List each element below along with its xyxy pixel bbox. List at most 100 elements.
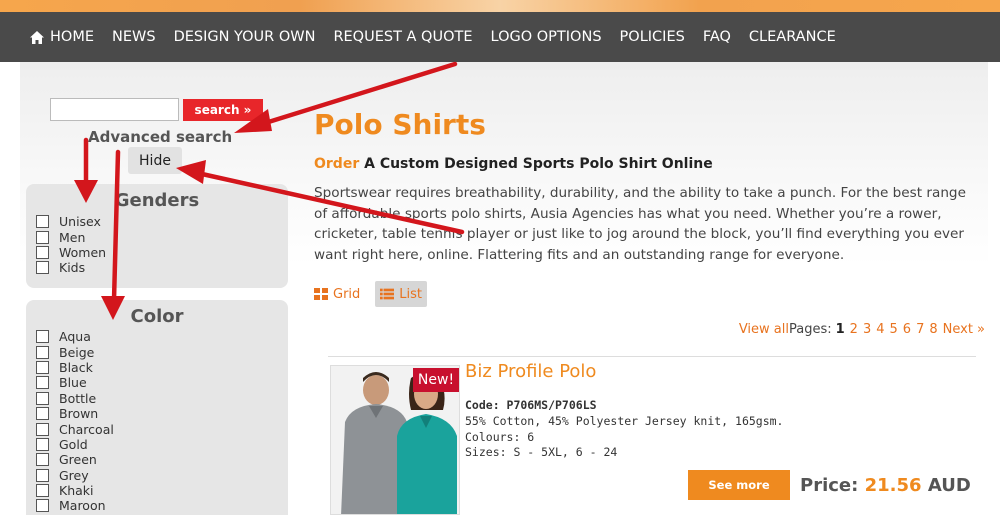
color-option[interactable]: Bottle — [36, 391, 288, 406]
nav-logo-options[interactable]: LOGO OPTIONS — [491, 29, 602, 45]
color-checkbox[interactable] — [36, 499, 49, 513]
product-name-link[interactable]: Biz Profile Polo — [465, 361, 596, 382]
nav-policies[interactable]: POLICIES — [620, 29, 685, 45]
nav-news[interactable]: NEWS — [112, 29, 156, 45]
nav-logo-options-label: LOGO OPTIONS — [490, 29, 602, 45]
nav-design-your-own[interactable]: DESIGN YOUR OWN — [174, 29, 316, 45]
gender-option[interactable]: Men — [36, 229, 288, 245]
color-checkbox[interactable] — [36, 391, 49, 405]
color-checkbox[interactable] — [36, 422, 49, 436]
advanced-search-link[interactable]: Advanced search — [88, 128, 232, 146]
page-link[interactable]: 6 — [903, 322, 911, 337]
pages-label: Pages: — [788, 322, 832, 337]
color-option[interactable]: Brown — [36, 406, 288, 421]
gender-checkbox[interactable] — [36, 261, 49, 275]
color-checkbox[interactable] — [36, 345, 49, 359]
list-view-button[interactable]: List — [375, 281, 427, 307]
nav-clearance[interactable]: CLEARANCE — [749, 29, 836, 45]
page-link[interactable]: 3 — [863, 322, 871, 337]
grid-view-label: Grid — [333, 286, 361, 302]
gender-option-label: Women — [59, 244, 107, 260]
page-link[interactable]: 7 — [916, 322, 924, 337]
nav-clearance-label: CLEARANCE — [748, 29, 836, 45]
color-option[interactable]: Beige — [36, 344, 288, 360]
nav-home-label: HOME — [50, 29, 94, 45]
subtitle-accent: Order — [314, 156, 360, 172]
gender-checkbox[interactable] — [36, 245, 49, 259]
color-checkbox[interactable] — [36, 484, 49, 498]
main-navbar: HOME NEWS DESIGN YOUR OWN REQUEST A QUOT… — [0, 12, 1000, 62]
price-currency: AUD — [927, 475, 971, 496]
gender-option-label: Kids — [59, 260, 86, 276]
nav-request-a-quote[interactable]: REQUEST A QUOTE — [333, 29, 472, 45]
nav-news-label: NEWS — [112, 29, 156, 45]
nav-faq[interactable]: FAQ — [703, 29, 731, 45]
color-option[interactable]: Maroon — [36, 498, 288, 513]
current-page: 1 — [835, 322, 845, 337]
color-option-label: Black — [59, 359, 93, 375]
color-option[interactable]: Black — [36, 360, 288, 375]
grid-view-button[interactable]: Grid — [309, 281, 365, 307]
nav-home[interactable]: HOME — [30, 29, 94, 45]
page-link[interactable]: 8 — [929, 322, 937, 337]
color-checkbox[interactable] — [36, 360, 49, 374]
search-button[interactable]: search » — [183, 99, 263, 121]
page-link[interactable]: 4 — [876, 322, 884, 337]
color-option[interactable]: Aqua — [36, 329, 288, 344]
search-input[interactable] — [50, 98, 179, 121]
gender-option[interactable]: Women — [36, 245, 288, 260]
gender-option-label: Unisex — [59, 214, 101, 230]
next-page-link[interactable]: Next » — [943, 322, 985, 337]
color-option-label: Maroon — [59, 498, 106, 514]
list-divider — [328, 356, 976, 357]
color-option-label: Aqua — [59, 329, 91, 345]
hide-button[interactable]: Hide — [128, 147, 182, 174]
color-checkbox[interactable] — [36, 376, 49, 390]
gender-option[interactable]: Unisex — [36, 214, 288, 229]
color-filter-title: Color — [130, 306, 184, 327]
product-sizes: Sizes: S - 5XL, 6 - 24 — [465, 445, 618, 459]
gender-checkbox[interactable] — [36, 215, 49, 229]
category-description: Sportswear requires breathability, durab… — [314, 185, 966, 263]
nav-request-a-quote-label: REQUEST A QUOTE — [333, 29, 473, 45]
color-option-label: Beige — [59, 344, 95, 360]
product-code: Code: P706MS/P706LS — [465, 398, 597, 412]
home-icon — [30, 30, 44, 44]
page-link[interactable]: 5 — [890, 322, 898, 337]
color-checkbox[interactable] — [36, 437, 49, 451]
color-option[interactable]: Gold — [36, 437, 288, 452]
color-option-label: Green — [59, 452, 97, 468]
color-checkbox[interactable] — [36, 330, 49, 344]
product-material: 55% Cotton, 45% Polyester Jersey knit, 1… — [465, 414, 784, 428]
price-label: Price: — [800, 475, 859, 496]
product-colours: Colours: 6 — [465, 430, 535, 444]
color-option[interactable]: Green — [36, 452, 288, 467]
nav-design-your-own-label: DESIGN YOUR OWN — [173, 29, 316, 45]
genders-filter-title: Genders — [114, 190, 200, 211]
price-value: 21.56 — [864, 475, 922, 496]
gender-option[interactable]: Kids — [36, 260, 288, 275]
see-more-button[interactable]: See more — [688, 470, 790, 500]
color-filter-list: Aqua Beige Black Blue Bottle Brown Charcoal Gol… — [26, 329, 288, 514]
color-option[interactable]: Grey — [36, 468, 288, 483]
color-option-label: Grey — [59, 467, 89, 483]
color-option[interactable]: Blue — [36, 375, 288, 390]
gender-checkbox[interactable] — [36, 230, 49, 244]
color-option[interactable]: Charcoal — [36, 421, 288, 437]
color-option-label: Brown — [59, 406, 99, 422]
nav-faq-label: FAQ — [702, 29, 731, 45]
color-checkbox[interactable] — [36, 453, 49, 467]
color-option[interactable]: Khaki — [36, 483, 288, 498]
color-option-label: Khaki — [59, 483, 94, 499]
color-option-label: Blue — [59, 375, 87, 391]
color-checkbox[interactable] — [36, 407, 49, 421]
color-checkbox[interactable] — [36, 468, 49, 482]
page-link[interactable]: 2 — [850, 322, 858, 337]
list-icon — [380, 288, 395, 300]
new-badge: New! — [413, 368, 459, 392]
color-option-label: Charcoal — [59, 421, 114, 437]
nav-policies-label: POLICIES — [619, 29, 685, 45]
color-filter-panel: Color Aqua Beige Black Blue Bottle Brown Charc… — [26, 300, 288, 515]
view-all-link[interactable]: View all — [739, 322, 789, 337]
product-price: Price: 21.56 AUD — [800, 475, 971, 496]
